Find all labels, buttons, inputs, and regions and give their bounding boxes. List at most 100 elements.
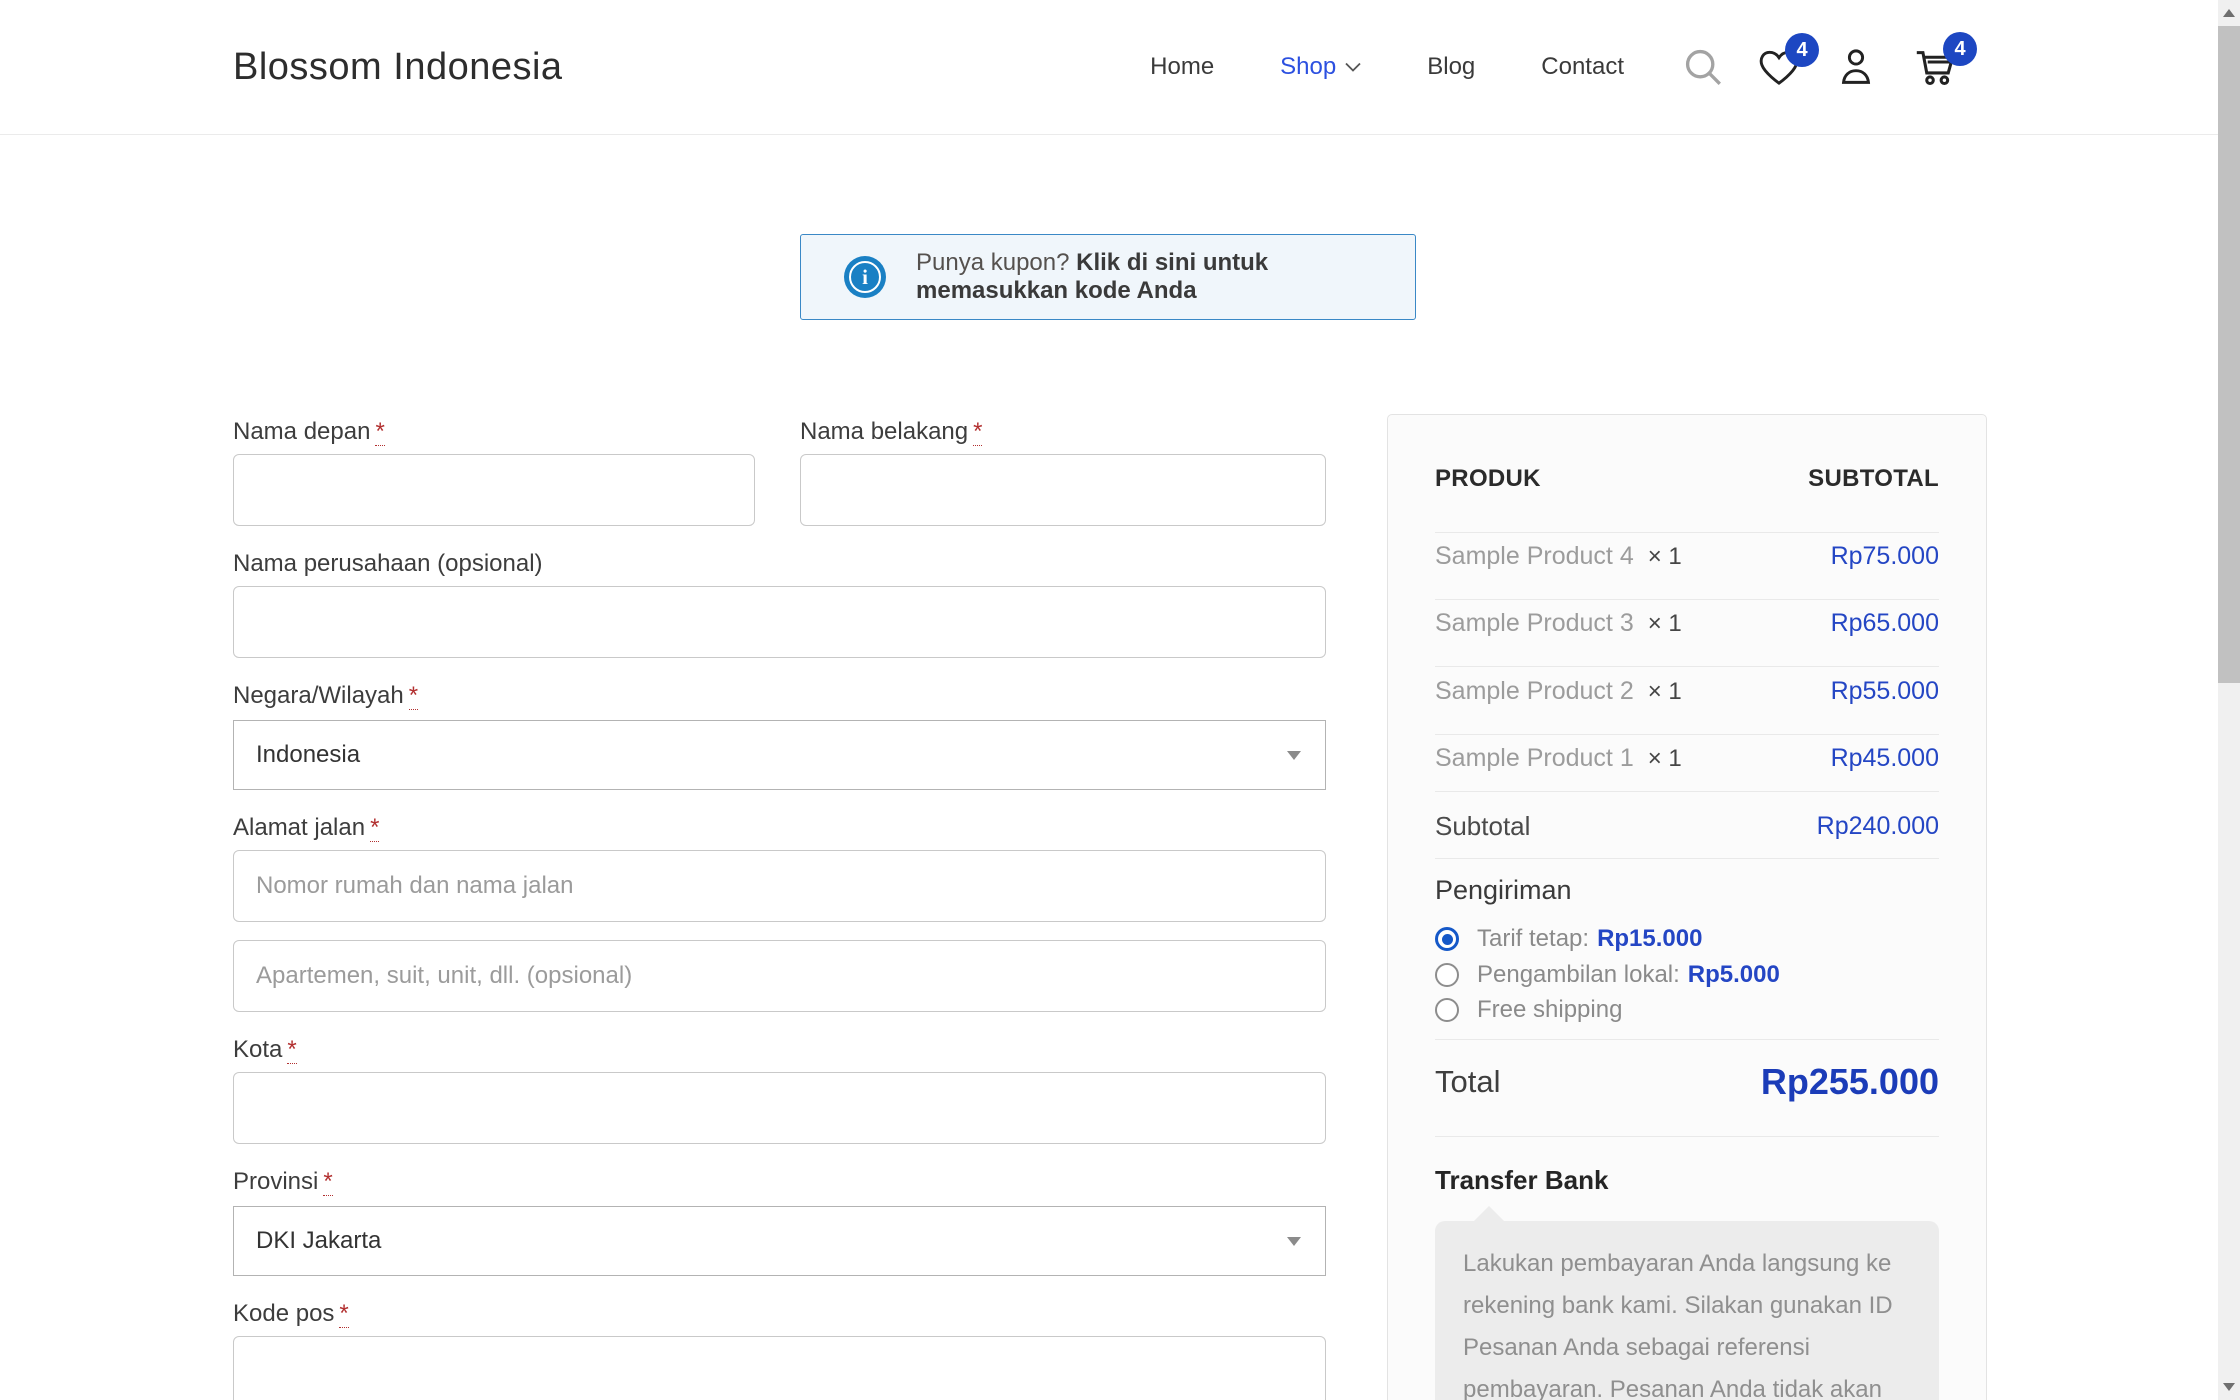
order-item-row: Sample Product 4 × 1 Rp75.000 (1435, 539, 1939, 573)
company-input[interactable] (233, 586, 1326, 658)
subtotal-row: Subtotal Rp240.000 (1435, 809, 1939, 843)
payment-description-box: Lakukan pembayaran Anda langsung ke reke… (1435, 1221, 1939, 1400)
header-icons: 4 4 (1682, 44, 1960, 90)
required-asterisk: * (287, 1036, 296, 1064)
radio-selected-icon[interactable] (1435, 927, 1459, 951)
cart-icon[interactable]: 4 (1910, 44, 1960, 90)
item-qty: × 1 (1648, 610, 1682, 637)
divider (1435, 858, 1939, 859)
shipping-option-flat-rate[interactable]: Tarif tetap: Rp15.000 (1435, 925, 1702, 953)
required-asterisk: * (375, 418, 384, 446)
scrollbar[interactable] (2218, 0, 2240, 1400)
total-value: Rp255.000 (1761, 1061, 1939, 1103)
shipping-option-label: Free shipping (1477, 996, 1622, 1023)
subtotal-label: Subtotal (1435, 811, 1530, 842)
billing-form: Nama depan* Nama belakang* Nama perusaha… (233, 0, 1326, 1400)
province-field: Provinsi* DKI Jakarta (233, 1167, 1326, 1276)
shipping-title: Pengiriman (1435, 875, 1572, 906)
first-name-label: Nama depan* (233, 417, 755, 454)
site-header: Blossom Indonesia Home Shop Blog Contact (0, 0, 2218, 135)
street-address-field: Alamat jalan* (233, 813, 1326, 1012)
item-qty: × 1 (1648, 543, 1682, 570)
item-qty: × 1 (1648, 678, 1682, 705)
required-asterisk: * (370, 814, 379, 842)
item-name: Sample Product 3 (1435, 609, 1634, 637)
item-price: Rp75.000 (1831, 542, 1939, 571)
required-asterisk: * (339, 1300, 348, 1328)
postcode-field: Kode pos* (233, 1299, 1326, 1400)
company-field: Nama perusahaan (opsional) (233, 549, 1326, 658)
city-label: Kota* (233, 1035, 1326, 1072)
scrollbar-thumb[interactable] (2218, 26, 2240, 683)
payment-method-row: Transfer Bank (1435, 1165, 1939, 1196)
wishlist-heart-icon[interactable]: 4 (1756, 45, 1802, 89)
order-item-row: Sample Product 1 × 1 Rp45.000 (1435, 741, 1939, 775)
produk-header: PRODUK (1435, 465, 1541, 493)
address-line2-input[interactable] (233, 940, 1326, 1012)
item-price: Rp55.000 (1831, 677, 1939, 706)
shipping-header-row: Pengiriman (1435, 875, 1939, 906)
province-selected-value: DKI Jakarta (256, 1227, 381, 1255)
last-name-field: Nama belakang* (800, 417, 1326, 526)
shipping-option-label: Tarif tetap: (1477, 925, 1589, 952)
search-icon[interactable] (1682, 46, 1724, 88)
scroll-down-arrow-icon[interactable] (2223, 1383, 2235, 1391)
shipping-option-local-pickup[interactable]: Pengambilan lokal:Rp5.000 (1435, 961, 1780, 989)
city-field: Kota* (233, 1035, 1326, 1144)
divider (1435, 1039, 1939, 1040)
item-name: Sample Product 2 (1435, 677, 1634, 705)
required-asterisk: * (323, 1168, 332, 1196)
nav-shop[interactable]: Shop (1280, 53, 1361, 81)
divider (1435, 791, 1939, 792)
first-name-field: Nama depan* (233, 417, 755, 526)
city-input[interactable] (233, 1072, 1326, 1144)
first-name-input[interactable] (233, 454, 755, 526)
last-name-input[interactable] (800, 454, 1326, 526)
divider (1435, 599, 1939, 600)
item-qty: × 1 (1648, 745, 1682, 772)
postcode-label: Kode pos* (233, 1299, 1326, 1336)
postcode-input[interactable] (233, 1336, 1326, 1400)
nav-contact[interactable]: Contact (1541, 53, 1624, 81)
nav-home[interactable]: Home (1150, 53, 1214, 81)
divider (1435, 532, 1939, 533)
item-price: Rp65.000 (1831, 609, 1939, 638)
payment-method-title: Transfer Bank (1435, 1165, 1608, 1196)
required-asterisk: * (409, 682, 418, 710)
province-select[interactable]: DKI Jakarta (233, 1206, 1326, 1276)
radio-icon[interactable] (1435, 963, 1459, 987)
country-selected-value: Indonesia (256, 741, 360, 769)
last-name-label: Nama belakang* (800, 417, 1326, 454)
required-asterisk: * (973, 418, 982, 446)
street-address-label: Alamat jalan* (233, 813, 1326, 850)
select-arrow-icon (1287, 1237, 1301, 1246)
country-select[interactable]: Indonesia (233, 720, 1326, 790)
address-line1-input[interactable] (233, 850, 1326, 922)
country-field: Negara/Wilayah* Indonesia (233, 681, 1326, 790)
select-arrow-icon (1287, 751, 1301, 760)
account-user-icon[interactable] (1834, 45, 1878, 89)
nav-blog[interactable]: Blog (1427, 53, 1475, 81)
wishlist-count-badge: 4 (1785, 33, 1819, 67)
item-name: Sample Product 4 (1435, 542, 1634, 570)
radio-icon[interactable] (1435, 998, 1459, 1022)
shipping-option-price: Rp15.000 (1597, 925, 1702, 952)
subtotal-value: Rp240.000 (1817, 812, 1939, 841)
country-label: Negara/Wilayah* (233, 681, 1326, 718)
order-summary-panel: PRODUK SUBTOTAL Sample Product 4 × 1 Rp75… (1387, 414, 1987, 1400)
company-label: Nama perusahaan (opsional) (233, 549, 1326, 586)
shipping-option-free-shipping[interactable]: Free shipping (1435, 996, 1622, 1024)
main-nav: Home Shop Blog Contact (1150, 53, 1624, 81)
shipping-option-label: Pengambilan lokal: (1477, 961, 1680, 988)
scroll-up-arrow-icon[interactable] (2223, 9, 2235, 17)
item-name: Sample Product 1 (1435, 744, 1634, 772)
chevron-down-icon (1345, 62, 1361, 72)
divider (1435, 666, 1939, 667)
item-price: Rp45.000 (1831, 744, 1939, 773)
divider (1435, 734, 1939, 735)
site-logo[interactable]: Blossom Indonesia (233, 46, 563, 89)
subtotal-header: SUBTOTAL (1808, 465, 1939, 493)
checkout-page: Blossom Indonesia Home Shop Blog Contact (0, 0, 2240, 1400)
order-table-header: PRODUK SUBTOTAL (1435, 465, 1939, 493)
province-label: Provinsi* (233, 1167, 1326, 1204)
